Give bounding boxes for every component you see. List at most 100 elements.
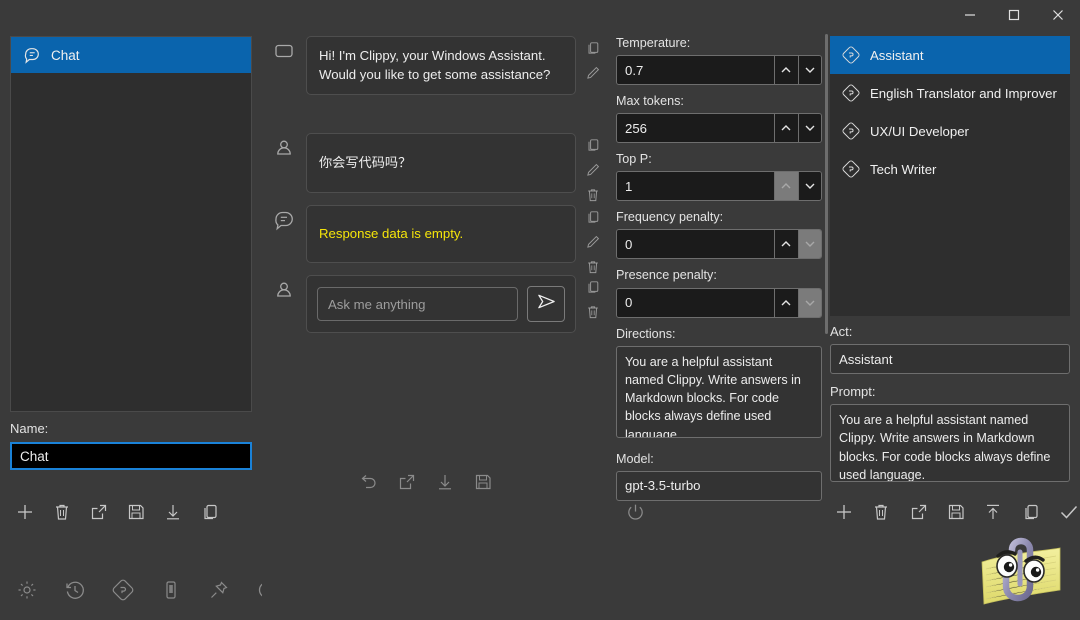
open-chat-button[interactable] (86, 499, 112, 525)
message-bubble: 你会写代码吗？ (306, 133, 576, 193)
save-button[interactable] (470, 469, 496, 495)
name-label: Name: (10, 422, 48, 435)
assistant-item-tech-writer[interactable]: Tech Writer (830, 150, 1070, 188)
max-tokens-input[interactable] (617, 114, 774, 142)
prompt-label: Prompt: (830, 385, 876, 398)
edit-icon[interactable] (585, 162, 601, 178)
presence-penalty-input[interactable] (617, 289, 774, 317)
copy-icon[interactable] (585, 209, 601, 225)
device-button[interactable] (160, 577, 182, 603)
prompts-button[interactable] (112, 577, 134, 603)
message-actions (576, 205, 610, 275)
chat-list[interactable]: Chat (10, 36, 252, 412)
diamond-prompt-icon (842, 46, 860, 64)
message-row: Hi! I'm Clippy, your Windows Assistant. … (262, 36, 610, 95)
edit-icon[interactable] (585, 65, 601, 81)
presence-penalty-stepper[interactable] (616, 288, 822, 318)
download-button[interactable] (432, 469, 458, 495)
assistant-item-assistant[interactable]: Assistant (830, 36, 1070, 74)
presence-penalty-label: Presence penalty: (616, 268, 822, 283)
top-p-down-button[interactable] (798, 172, 821, 200)
message-row: Response data is empty. (262, 205, 610, 275)
send-button[interactable] (527, 286, 565, 322)
copy-chat-button[interactable] (197, 499, 223, 525)
composer-actions (576, 275, 610, 320)
max-tokens-up-button[interactable] (774, 114, 797, 142)
presence-penalty-up-button[interactable] (774, 289, 797, 317)
frequency-penalty-label: Frequency penalty: (616, 210, 822, 225)
temperature-up-button[interactable] (774, 56, 797, 84)
copy-icon[interactable] (585, 40, 601, 56)
download-chat-button[interactable] (160, 499, 186, 525)
copy-icon[interactable] (585, 137, 601, 153)
sidebar-item-chat[interactable]: Chat (11, 37, 251, 73)
diamond-prompt-icon (842, 122, 860, 140)
open-assistant-button[interactable] (909, 499, 929, 525)
trash-icon[interactable] (585, 259, 601, 275)
prompt-textarea[interactable] (830, 404, 1070, 482)
chat-action-toolbar (356, 462, 536, 502)
reset-settings-button[interactable] (622, 499, 648, 525)
delete-assistant-button[interactable] (871, 499, 891, 525)
open-button[interactable] (394, 469, 420, 495)
maximize-button[interactable] (992, 0, 1036, 30)
act-input[interactable] (830, 344, 1070, 374)
trash-icon[interactable] (585, 187, 601, 203)
settings-panel: Temperature: Max tokens: Top P: (610, 30, 828, 620)
close-button[interactable] (1036, 0, 1080, 30)
top-p-input[interactable] (617, 172, 774, 200)
temperature-down-button[interactable] (798, 56, 821, 84)
assistant-item-label: UX/UI Developer (870, 124, 969, 139)
undo-button[interactable] (356, 469, 382, 495)
upload-assistant-button[interactable] (983, 499, 1003, 525)
chevron-up-icon (779, 296, 793, 310)
chevron-down-icon (803, 237, 817, 251)
frequency-penalty-up-button[interactable] (774, 230, 797, 258)
frequency-penalty-stepper[interactable] (616, 229, 822, 259)
max-tokens-stepper[interactable] (616, 113, 822, 143)
copy-icon[interactable] (585, 279, 601, 295)
top-p-label: Top P: (616, 152, 822, 167)
chevron-up-icon (779, 179, 793, 193)
directions-label: Directions: (616, 327, 822, 342)
assistant-item-label: Assistant (870, 48, 924, 63)
assistant-item-english-translator-and-improver[interactable]: English Translator and Improver (830, 74, 1070, 112)
diamond-prompt-icon (842, 160, 860, 178)
save-chat-button[interactable] (123, 499, 149, 525)
window-icon (262, 36, 306, 62)
chat-panel: Hi! I'm Clippy, your Windows Assistant. … (262, 30, 610, 620)
top-p-up-button (774, 172, 797, 200)
send-icon (536, 291, 557, 318)
frequency-penalty-input[interactable] (617, 230, 774, 258)
ask-input[interactable] (317, 287, 518, 321)
assistant-item-ux-ui-developer[interactable]: UX/UI Developer (830, 112, 1070, 150)
pin-button[interactable] (208, 577, 230, 603)
clippy-mascot[interactable] (968, 528, 1072, 614)
presence-penalty-down-button (798, 289, 821, 317)
minimize-button[interactable] (948, 0, 992, 30)
chevron-down-icon (803, 296, 817, 310)
apply-assistant-button[interactable] (1058, 499, 1080, 525)
edit-icon[interactable] (585, 234, 601, 250)
new-chat-button[interactable] (12, 499, 38, 525)
name-input[interactable] (10, 442, 252, 470)
chevron-up-icon (779, 237, 793, 251)
trash-icon[interactable] (585, 304, 601, 320)
max-tokens-label: Max tokens: (616, 94, 822, 109)
directions-textarea[interactable] (616, 346, 822, 438)
max-tokens-down-button[interactable] (798, 114, 821, 142)
top-p-stepper[interactable] (616, 171, 822, 201)
save-assistant-button[interactable] (946, 499, 966, 525)
temperature-stepper[interactable] (616, 55, 822, 85)
message-actions (576, 133, 610, 203)
delete-chat-button[interactable] (49, 499, 75, 525)
diamond-prompt-icon (842, 84, 860, 102)
history-button[interactable] (64, 577, 86, 603)
temperature-label: Temperature: (616, 36, 822, 51)
new-assistant-button[interactable] (834, 499, 854, 525)
temperature-input[interactable] (617, 56, 774, 84)
settings-button[interactable] (16, 577, 38, 603)
assistant-item-label: Tech Writer (870, 162, 936, 177)
assistants-list[interactable]: Assistant English Translator and Improve… (830, 36, 1070, 316)
copy-assistant-button[interactable] (1021, 499, 1041, 525)
